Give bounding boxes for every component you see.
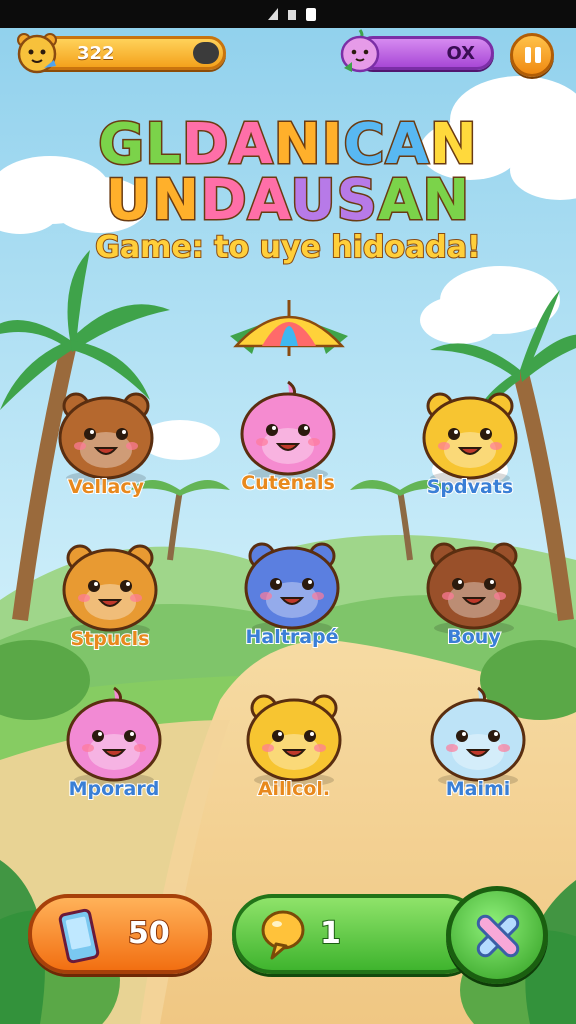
battery-icon: [306, 8, 316, 21]
critter-name: Aillcol.: [257, 777, 331, 801]
critter-7[interactable]: Aillcol.: [234, 680, 354, 822]
critter-name: Cutenals: [240, 471, 336, 495]
critter-name: Spdvats: [426, 475, 514, 499]
critter-2[interactable]: Spdvats: [410, 378, 530, 520]
hint-bubble-icon: [261, 910, 305, 960]
blue-bear-icon: [244, 542, 340, 635]
critter-name: Haltrapé: [245, 625, 340, 649]
coins-value: 50: [127, 915, 171, 952]
yellow-bear-icon: [246, 694, 342, 787]
critter-name: Mporard: [68, 777, 161, 801]
phone-icon: [58, 908, 100, 964]
score-meter-track: [193, 42, 219, 64]
coins-button[interactable]: 50: [28, 894, 212, 974]
critter-5[interactable]: Bouy: [414, 528, 534, 670]
critter-0[interactable]: Vellacy: [46, 378, 166, 520]
pause-button[interactable]: [510, 33, 554, 77]
umbrella-icon: [230, 300, 348, 356]
orange-bear-icon: [62, 544, 158, 637]
combo-value: OX: [446, 43, 475, 64]
network-icon: [288, 10, 296, 20]
score-value: 322: [77, 43, 115, 64]
top-hud: 322 OX: [0, 29, 576, 78]
hints-value: 1: [319, 915, 342, 952]
critter-name: Vellacy: [67, 475, 145, 499]
game-subtitle: Game: to uye hidoada!: [94, 229, 481, 266]
status-bar: [0, 0, 576, 28]
brown-bear-icon: [58, 392, 154, 485]
shuffle-button[interactable]: [446, 886, 548, 984]
cross-tile-icon: [476, 914, 520, 958]
critter-8[interactable]: Maimi: [418, 680, 538, 822]
signal-icon: [268, 8, 278, 20]
game-title-line-2: UNDAUSAN: [104, 167, 471, 235]
critter-name: Bouy: [446, 625, 501, 649]
bottom-bar: 50 1: [0, 886, 576, 984]
light-blue-seal-icon: [430, 686, 526, 787]
pink-blob-icon: [240, 380, 336, 481]
pink-whale-icon: [66, 686, 162, 787]
critter-name: Stpucls: [70, 627, 151, 651]
pause-icon: [525, 47, 531, 63]
critter-3[interactable]: Stpucls: [50, 530, 170, 672]
critter-name: Maimi: [445, 777, 512, 801]
critter-6[interactable]: Mporard: [54, 680, 174, 822]
critter-1[interactable]: Cutenals: [228, 374, 348, 516]
yellow-bear-icon: [422, 392, 518, 485]
pink-blob-avatar-icon: [340, 29, 380, 73]
bear-avatar-icon: [17, 33, 57, 74]
dark-brown-bear-icon: [426, 542, 522, 635]
critter-4[interactable]: Haltrapé: [232, 528, 352, 670]
